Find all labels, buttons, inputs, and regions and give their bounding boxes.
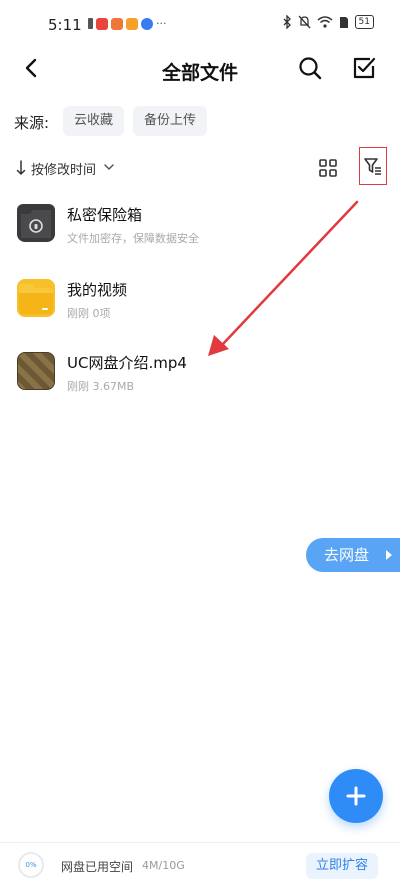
folder-icon — [17, 279, 55, 317]
chevron-down-icon — [104, 164, 114, 170]
top-app-bar: 全部文件 — [0, 48, 400, 90]
sort-down-arrow-icon — [16, 160, 26, 175]
notification-icon — [88, 18, 93, 29]
status-app-icons: ··· — [88, 17, 167, 30]
mute-icon — [298, 15, 311, 29]
status-indicators: 51 — [283, 15, 374, 29]
file-name: UC网盘介绍.mp4 — [67, 354, 187, 372]
source-filter-row: 来源: 云收藏 备份上传 — [0, 104, 400, 138]
go-to-drive-button[interactable]: 去网盘 — [306, 538, 400, 572]
file-name: 我的视频 — [67, 281, 128, 299]
app-icon-orange — [111, 17, 123, 30]
grid-view-button[interactable] — [318, 158, 338, 178]
file-meta: 刚刚 0项 — [67, 307, 111, 320]
chip-backup-upload[interactable]: 备份上传 — [133, 106, 208, 136]
go-drive-label: 去网盘 — [324, 546, 370, 564]
bluetooth-icon — [283, 15, 291, 29]
wifi-icon — [317, 16, 333, 28]
video-thumbnail — [17, 352, 55, 390]
file-meta: 文件加密存，保障数据安全 — [67, 232, 199, 245]
multi-select-button[interactable] — [350, 54, 378, 82]
list-item-my-videos[interactable]: 我的视频 刚刚 0项 — [0, 271, 400, 331]
file-name: 私密保险箱 — [67, 206, 143, 224]
storage-value: 4M/10G — [142, 859, 185, 872]
app-icon-yellow — [126, 17, 138, 30]
plus-icon — [346, 786, 366, 806]
status-time: 5:11 — [48, 16, 82, 34]
status-bar: 5:11 ··· 51 — [0, 0, 400, 46]
filter-icon — [364, 158, 381, 175]
sort-row: 按修改时间 — [0, 150, 400, 186]
file-meta: 刚刚 3.67MB — [67, 380, 135, 393]
grid-view-icon — [319, 159, 337, 177]
storage-usage-ring: 0% — [18, 852, 44, 878]
sort-label: 按修改时间 — [31, 163, 97, 178]
add-button[interactable] — [329, 769, 383, 823]
status-more: ··· — [156, 17, 167, 30]
page-title: 全部文件 — [161, 62, 238, 84]
play-triangle-icon — [386, 550, 392, 560]
storage-bar: 0% 网盘已用空间 4M/10G 立即扩容 — [0, 842, 400, 890]
safe-icon — [17, 204, 55, 242]
checkbox-edit-icon — [353, 57, 376, 79]
expand-storage-button[interactable]: 立即扩容 — [306, 853, 378, 879]
app-icon-blue — [141, 17, 153, 30]
battery-indicator: 51 — [354, 15, 374, 29]
filter-button[interactable] — [359, 147, 387, 185]
source-label: 来源: — [14, 114, 50, 132]
search-icon — [299, 57, 322, 80]
app-icon-red — [96, 17, 108, 30]
list-item-private-vault[interactable]: 私密保险箱 文件加密存，保障数据安全 — [0, 196, 400, 256]
list-item-uc-intro-video[interactable]: UC网盘介绍.mp4 刚刚 3.67MB — [0, 344, 400, 404]
sim-icon — [339, 16, 348, 28]
chip-cloud-favorites[interactable]: 云收藏 — [63, 106, 125, 136]
storage-label: 网盘已用空间 — [61, 860, 134, 874]
search-button[interactable] — [296, 54, 324, 82]
